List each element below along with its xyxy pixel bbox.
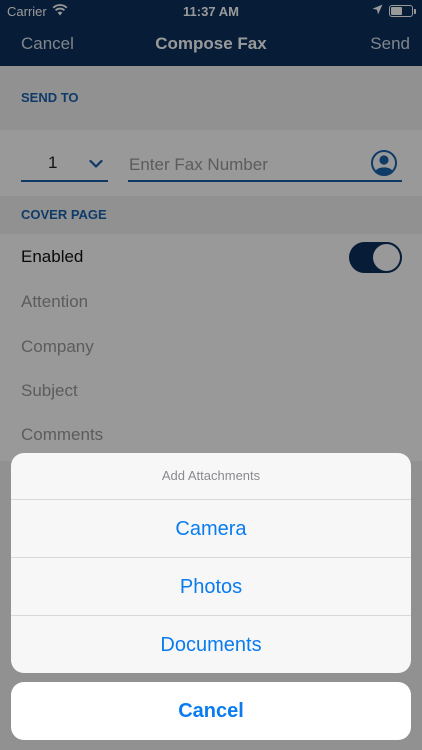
cancel-sheet-button[interactable]: Cancel — [11, 682, 411, 740]
sheet-title: Add Attachments — [161, 468, 261, 483]
add-attachments-sheet: Add Attachments Camera Photos Documents — [11, 453, 411, 673]
photos-option[interactable]: Photos — [11, 557, 411, 615]
camera-option[interactable]: Camera — [11, 499, 411, 557]
documents-option[interactable]: Documents — [11, 615, 411, 673]
